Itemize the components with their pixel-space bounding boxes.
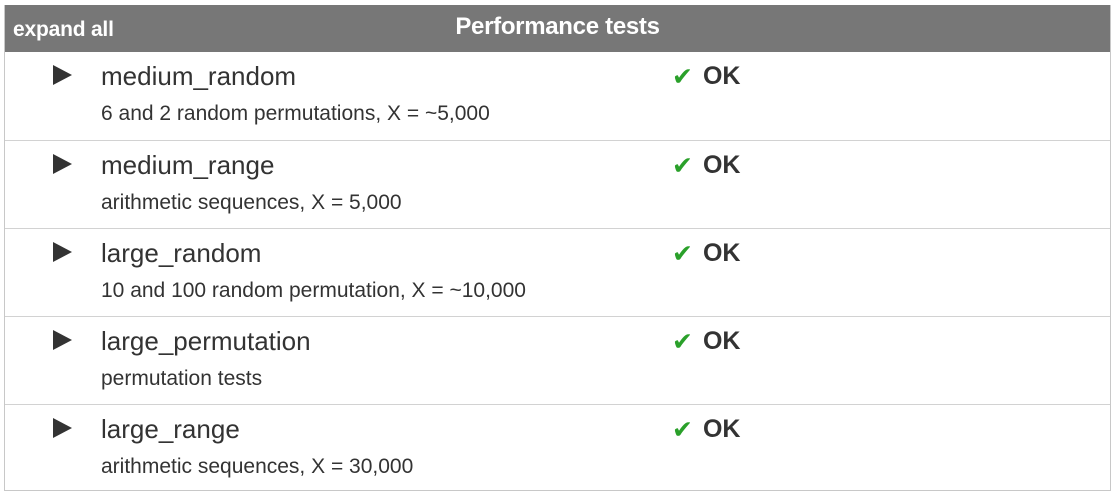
status-text: OK bbox=[702, 239, 741, 267]
test-description: arithmetic sequences, X = 5,000 bbox=[101, 191, 402, 214]
test-description: permutation tests bbox=[101, 367, 263, 390]
test-name: large_range bbox=[101, 414, 240, 444]
test-result: ✔ OK bbox=[672, 62, 740, 91]
status-text: OK bbox=[702, 415, 741, 443]
test-row: medium_random 6 and 2 random permutation… bbox=[5, 52, 1110, 140]
test-description: arithmetic sequences, X = 30,000 bbox=[101, 455, 414, 478]
test-name: large_random bbox=[101, 238, 262, 268]
triangle-right-icon[interactable] bbox=[51, 329, 73, 351]
test-row: large_random 10 and 100 random permutati… bbox=[5, 228, 1110, 316]
test-row: medium_range arithmetic sequences, X = 5… bbox=[5, 140, 1110, 228]
panel-header: expand all Performance tests bbox=[5, 5, 1110, 52]
panel-title: Performance tests bbox=[455, 13, 660, 40]
test-result: ✔ OK bbox=[672, 327, 740, 356]
triangle-right-icon[interactable] bbox=[51, 153, 73, 175]
checkmark-icon: ✔ bbox=[672, 151, 693, 180]
checkmark-icon: ✔ bbox=[672, 239, 693, 268]
test-result: ✔ OK bbox=[672, 239, 740, 268]
test-list: medium_random 6 and 2 random permutation… bbox=[5, 52, 1110, 492]
checkmark-icon: ✔ bbox=[672, 62, 693, 91]
triangle-right-icon[interactable] bbox=[51, 241, 73, 263]
checkmark-icon: ✔ bbox=[672, 415, 693, 444]
status-text: OK bbox=[702, 151, 741, 179]
test-description: 6 and 2 random permutations, X = ~5,000 bbox=[101, 102, 490, 125]
test-row: large_permutation permutation tests ✔ OK bbox=[5, 316, 1110, 404]
test-result: ✔ OK bbox=[672, 151, 740, 180]
status-text: OK bbox=[702, 327, 741, 355]
test-description: 10 and 100 random permutation, X = ~10,0… bbox=[101, 279, 526, 302]
triangle-right-icon[interactable] bbox=[51, 64, 73, 86]
test-result: ✔ OK bbox=[672, 415, 740, 444]
test-row: large_range arithmetic sequences, X = 30… bbox=[5, 404, 1110, 492]
test-name: medium_random bbox=[101, 61, 297, 91]
checkmark-icon: ✔ bbox=[672, 327, 693, 356]
test-name: medium_range bbox=[101, 150, 275, 180]
status-text: OK bbox=[702, 62, 741, 90]
performance-tests-panel: expand all Performance tests medium_rand… bbox=[4, 5, 1111, 491]
test-name: large_permutation bbox=[101, 326, 311, 356]
triangle-right-icon[interactable] bbox=[51, 417, 73, 439]
